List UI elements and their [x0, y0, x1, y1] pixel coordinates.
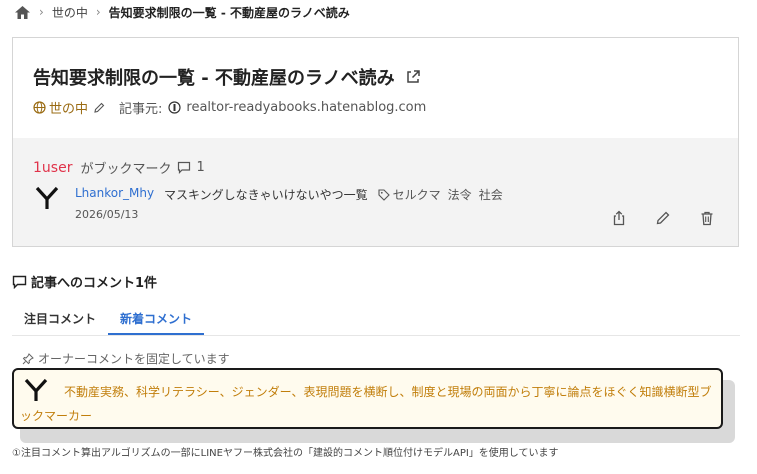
site-info-icon: [168, 101, 182, 114]
external-link-icon[interactable]: [405, 69, 421, 85]
home-icon[interactable]: [14, 5, 31, 20]
share-icon[interactable]: [611, 210, 627, 226]
bookmark-label: がブックマーク: [80, 162, 172, 177]
bookmark-stats: 1user がブックマーク 1: [33, 158, 205, 178]
algorithm-footnote: ①注目コメント算出アルゴリズムの一部にLINEヤフー株式会社の「建設的コメント順…: [12, 448, 559, 459]
owner-comment-text: 不動産実務、科学リテラシー、ジェンダー、表現問題を横断し、制度と現場の両面から丁…: [20, 385, 712, 423]
chevron-right-icon: ›: [39, 5, 44, 19]
comments-heading-text: 記事へのコメント1件: [31, 276, 158, 291]
breadcrumb: › 世の中 › 告知要求制限の一覧 - 不動産屋のラノベ読み: [14, 3, 350, 21]
avatar[interactable]: [35, 186, 59, 210]
entry-meta: 世の中 記事元: realtor-readyabooks.hatenablog.…: [33, 98, 426, 117]
pin-icon: [22, 352, 34, 365]
bookmark-username[interactable]: Lhankor_Mhy: [75, 186, 154, 200]
tag-icon: [378, 188, 390, 201]
bookmark-comment: マスキングしなきゃいけないやつ一覧 セルクマ 法令 社会: [164, 186, 510, 203]
comment-count: 1: [196, 160, 205, 175]
user-count-link[interactable]: 1user: [33, 160, 72, 176]
globe-icon: [33, 101, 46, 114]
tag-link[interactable]: セルクマ: [393, 186, 441, 203]
category-link[interactable]: 世の中: [33, 98, 88, 117]
tag-link[interactable]: 社会: [479, 186, 503, 203]
source-label: 記事元:: [119, 102, 163, 117]
comment-bubble-icon: [12, 275, 27, 289]
bookmark-panel: 1user がブックマーク 1 Lhankor_Mhy マスキングしなきゃいけな…: [13, 138, 738, 246]
breadcrumb-current: 告知要求制限の一覧 - 不動産屋のラノベ読み: [108, 5, 350, 20]
tab-featured-comments[interactable]: 注目コメント: [12, 306, 108, 331]
entry-card: 告知要求制限の一覧 - 不動産屋のラノベ読み 世の中 記事元: realtor-…: [12, 37, 739, 247]
entry-title-text[interactable]: 告知要求制限の一覧 - 不動産屋のラノベ読み: [33, 64, 395, 90]
category-label[interactable]: 世の中: [49, 98, 88, 117]
edit-icon[interactable]: [655, 210, 671, 226]
comments-heading: 記事へのコメント1件: [12, 272, 157, 291]
bookmark-comment-text: マスキングしなきゃいけないやつ一覧: [164, 188, 368, 202]
pinned-notice-text: オーナーコメントを固定しています: [38, 352, 230, 366]
delete-icon[interactable]: [699, 210, 715, 226]
bookmark-actions: [611, 210, 715, 226]
comment-bubble-icon: [177, 161, 191, 174]
pinned-notice: オーナーコメントを固定しています: [22, 350, 230, 367]
tag-link[interactable]: 法令: [448, 186, 472, 203]
comment-tabs: 注目コメント 新着コメント: [12, 306, 740, 336]
entry-title[interactable]: 告知要求制限の一覧 - 不動産屋のラノベ読み: [33, 64, 421, 90]
breadcrumb-category[interactable]: 世の中: [52, 4, 88, 21]
owner-comment-card: 不動産実務、科学リテラシー、ジェンダー、表現問題を横断し、制度と現場の両面から丁…: [12, 368, 723, 429]
chevron-right-icon: ›: [95, 5, 101, 19]
edit-category-icon[interactable]: [93, 102, 105, 114]
source-domain-link[interactable]: realtor-readyabooks.hatenablog.com: [186, 100, 426, 115]
bookmark-date[interactable]: 2026/05/13: [75, 208, 138, 221]
tab-new-comments[interactable]: 新着コメント: [108, 306, 205, 335]
